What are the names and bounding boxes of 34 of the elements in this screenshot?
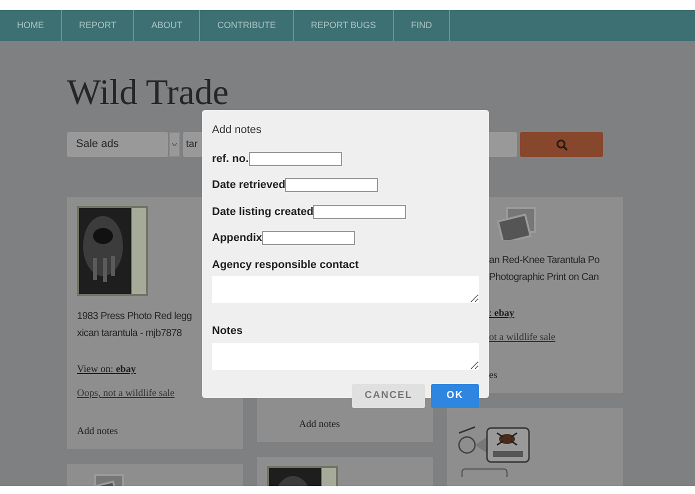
category-select[interactable]: Sale ads [67, 132, 168, 157]
input-field[interactable] [285, 178, 378, 192]
nav-link[interactable]: HOME [0, 10, 62, 41]
caret-icon[interactable] [172, 143, 177, 146]
field-label: Appendix [212, 231, 262, 246]
add-notes-link[interactable]: Add notes [77, 424, 233, 439]
view-on-link[interactable]: View on: ebay [77, 362, 136, 377]
dialog-title: Add notes [212, 123, 263, 138]
listing-title: 1983 Press Photo Red legg xican tarantula - mjb7878 [77, 310, 192, 341]
field-label: Date retrieved [212, 178, 286, 193]
add-notes-link[interactable]: es [489, 368, 613, 383]
input-field[interactable] [313, 204, 406, 219]
image-placeholder-icon [497, 206, 537, 240]
site-title: Wild Trade [67, 74, 230, 110]
search-icon [556, 138, 568, 150]
field-label: Agency responsible contact [212, 258, 360, 272]
listing-title: an Red-Knee Tarantula Po Photographic Print on Can [489, 254, 600, 285]
nav-link[interactable]: CONTRIBUTE [200, 10, 294, 41]
nav-link[interactable]: ABOUT [134, 10, 200, 41]
cancel-button[interactable]: CANCEL [352, 384, 425, 408]
view-on-link[interactable]: : ebay [489, 306, 514, 321]
field-label: Notes [212, 324, 244, 339]
search-button[interactable] [520, 132, 603, 157]
field-label: ref. no. [212, 152, 249, 166]
not-sale-link[interactable]: Oops, not a wildlife sale [77, 386, 174, 401]
input-field[interactable] [262, 231, 356, 246]
not-sale-link[interactable]: ot a wildlife sale [489, 330, 556, 345]
add-notes-link[interactable]: Add notes [299, 417, 340, 432]
field-label: Date listing created [212, 204, 314, 220]
input-field[interactable] [248, 152, 342, 166]
nav-link[interactable]: FIND [394, 10, 450, 41]
nav-link[interactable]: REPORT [62, 10, 134, 41]
nav-link[interactable]: REPORT BUGS [294, 10, 394, 41]
ok-button[interactable]: OK [431, 384, 479, 408]
